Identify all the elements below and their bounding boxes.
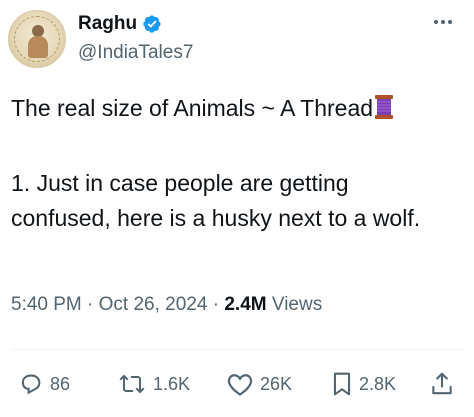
like-count: 26K xyxy=(260,373,293,394)
views-label: Views xyxy=(266,294,323,315)
avatar[interactable] xyxy=(8,10,66,68)
share-button[interactable] xyxy=(430,367,454,401)
more-options-icon[interactable] xyxy=(432,14,454,30)
tweet-title-text: The real size of Animals ~ A Thread xyxy=(11,95,374,121)
avatar-figure-body xyxy=(28,36,48,58)
heart-icon xyxy=(226,371,254,397)
like-button[interactable]: 26K xyxy=(226,367,292,401)
reply-button[interactable]: 86 xyxy=(18,367,70,401)
spool-of-thread-icon xyxy=(374,94,394,120)
bookmark-count: 2.8K xyxy=(359,373,397,394)
share-icon xyxy=(430,371,454,397)
bookmark-icon xyxy=(331,371,353,397)
meta-separator: · xyxy=(81,294,99,315)
author-handle[interactable]: @IndiaTales7 xyxy=(78,42,193,64)
verified-badge-icon[interactable] xyxy=(142,14,162,34)
repost-icon xyxy=(117,371,147,397)
reply-icon xyxy=(18,371,44,397)
meta-separator-2: · xyxy=(207,294,225,315)
tweet-card: Raghu @IndiaTales7 The real size of Anim… xyxy=(0,0,474,417)
repost-button[interactable]: 1.6K xyxy=(117,367,190,401)
author-name-row: Raghu xyxy=(78,12,162,36)
action-bar: 86 1.6K 26K 2.8K xyxy=(0,367,474,401)
tweet-time[interactable]: 5:40 PM xyxy=(11,294,82,315)
views-count[interactable]: 2.4M xyxy=(224,294,266,315)
reply-count: 86 xyxy=(50,373,71,394)
tweet-text-paragraph: 1. Just in case people are getting confu… xyxy=(11,170,421,231)
tweet-text-line1: The real size of Animals ~ A Thread xyxy=(11,91,466,126)
divider xyxy=(11,349,466,350)
author-display-name[interactable]: Raghu xyxy=(78,13,137,35)
tweet-date[interactable]: Oct 26, 2024 xyxy=(99,294,208,315)
repost-count: 1.6K xyxy=(153,373,191,394)
bookmark-button[interactable]: 2.8K xyxy=(331,367,396,401)
tweet-meta: 5:40 PM · Oct 26, 2024 · 2.4M Views xyxy=(11,294,322,316)
